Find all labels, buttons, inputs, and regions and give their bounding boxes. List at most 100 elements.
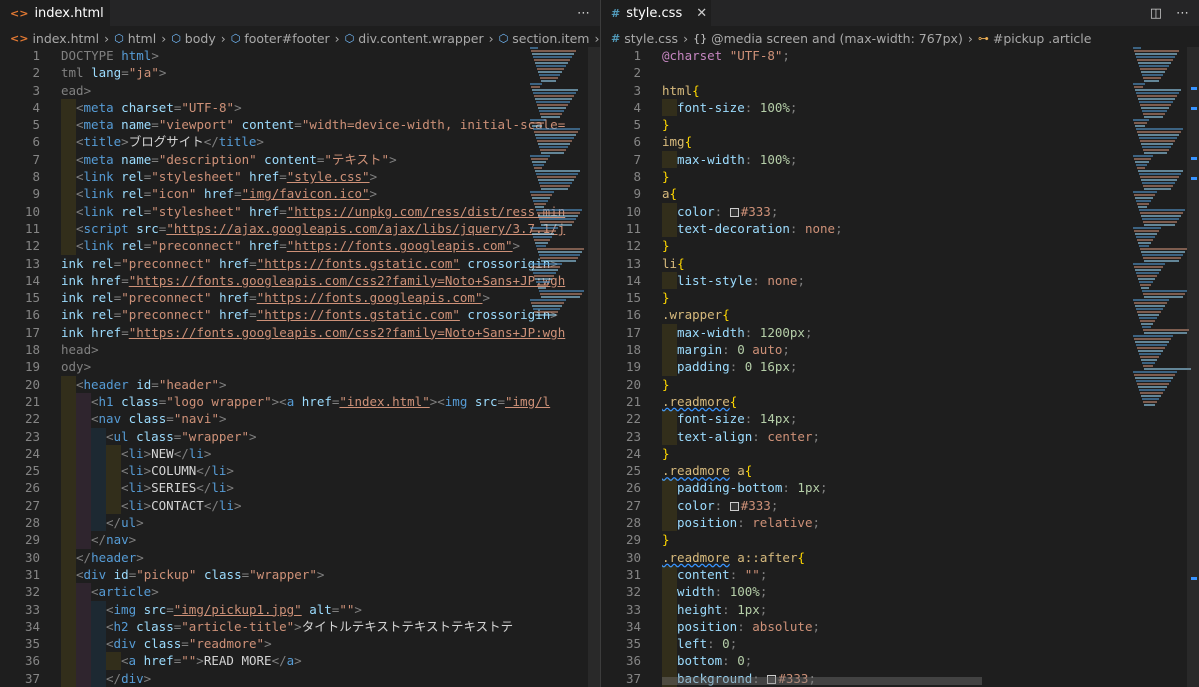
minimap-line <box>531 266 560 268</box>
vertical-scrollbar[interactable] <box>588 47 600 687</box>
minimap-line <box>540 113 562 115</box>
minimap-line <box>1139 65 1169 67</box>
minimap-line <box>1138 134 1179 136</box>
code-token: < <box>106 636 114 652</box>
indent-guide <box>61 219 76 238</box>
breadcrumb-item[interactable]: ⬡ section.item <box>499 31 590 46</box>
indent-guide <box>76 392 91 411</box>
code-token: li <box>128 463 144 479</box>
code-token: < <box>76 376 84 392</box>
code-token: "navi" <box>173 411 219 427</box>
code-token: ead> <box>61 82 92 98</box>
line-number: 7 <box>633 151 641 167</box>
more-actions-icon[interactable]: ⋯ <box>577 6 590 21</box>
line-number: 14 <box>625 272 641 288</box>
code-editor[interactable]: 1 2 3 4 5 6 7 8 9 10 11 12 13 14 15 16 17 18 19 20 21 22 23 24 2… <box>0 47 600 687</box>
minimap-line <box>541 296 580 298</box>
line-number: 26 <box>24 480 40 496</box>
code-token: href <box>203 186 235 202</box>
code-line: <meta name="description" content="テキスト"> <box>61 150 600 169</box>
code-token: > <box>294 618 302 634</box>
code-token: ink <box>61 324 92 340</box>
minimap-line <box>533 92 576 94</box>
indent-guide <box>61 531 76 549</box>
code-token: : <box>744 324 760 340</box>
minimap-line <box>1142 146 1171 148</box>
code-token: #333 <box>740 497 771 513</box>
minimap-line <box>1143 329 1189 331</box>
code-token: font-size <box>677 99 745 115</box>
color-swatch[interactable] <box>729 207 739 217</box>
breadcrumb-item[interactable]: # style.css <box>611 31 678 46</box>
horizontal-scrollbar[interactable] <box>662 677 982 685</box>
breadcrumb-item[interactable]: <> index.html <box>10 31 99 46</box>
code-area[interactable]: DOCTYPE html> tml lang="ja"> ead> <meta cha… <box>61 47 600 687</box>
code-token: </ <box>203 134 219 150</box>
minimap-line <box>1135 305 1165 307</box>
breadcrumb-label: footer#footer <box>244 31 330 46</box>
minimap-line <box>536 101 570 103</box>
tab-style-css[interactable]: # style.css ✕ <box>601 0 711 26</box>
code-line: head> <box>61 341 600 358</box>
minimap[interactable] <box>1133 47 1193 687</box>
minimap-line <box>1138 242 1151 244</box>
indent-guide <box>662 150 677 169</box>
code-token: > <box>218 411 227 427</box>
split-editor-icon[interactable]: ◫ <box>1150 6 1162 21</box>
breadcrumb-item[interactable]: ⬡ html <box>114 31 156 46</box>
code-line: <li>SERIES</li> <box>61 479 600 497</box>
minimap-line <box>1137 95 1177 97</box>
minimap-line <box>1134 302 1167 304</box>
code-token: ; <box>770 497 779 513</box>
code-token: "logo wrapper" <box>166 393 272 409</box>
code-token: = <box>151 117 159 133</box>
code-token: 100% <box>759 151 790 167</box>
code-token: nav <box>106 532 129 548</box>
code-token: head> <box>61 342 99 358</box>
code-line: } <box>662 376 1199 393</box>
breadcrumb-item[interactable]: ⬡ body <box>171 31 216 46</box>
close-icon[interactable]: ✕ <box>696 6 707 21</box>
tab-index-html[interactable]: <> index.html <box>0 0 110 26</box>
code-token: > <box>369 169 378 185</box>
code-token: ; <box>804 324 813 340</box>
line-number: 7 <box>32 151 40 167</box>
code-token: nav <box>98 411 129 427</box>
code-token: color <box>677 497 715 513</box>
code-line: ead> <box>61 82 600 99</box>
code-token: meta <box>83 151 122 167</box>
breadcrumb-item[interactable]: ⬡ footer#footer <box>231 31 330 46</box>
code-token: a <box>286 393 302 409</box>
code-token: h1 <box>98 393 122 409</box>
breadcrumb-item[interactable]: ⬡ div.content.wrapper <box>345 31 484 46</box>
minimap-line <box>1133 227 1161 229</box>
line-number: 8 <box>633 169 641 185</box>
code-line: <a href="">READ MORE</a> <box>61 652 600 670</box>
minimap-line <box>1135 341 1169 343</box>
code-token: meta <box>83 117 122 133</box>
minimap-line <box>1141 215 1181 217</box>
minimap-line <box>539 254 580 256</box>
breadcrumb-item[interactable]: ⊶ #pickup .article <box>978 31 1092 46</box>
minimap-line <box>531 86 540 88</box>
code-token: "ja" <box>128 65 159 81</box>
more-actions-icon[interactable]: ⋯ <box>1176 6 1189 21</box>
code-token: < <box>76 99 84 115</box>
minimap-line <box>537 104 568 106</box>
indent-guide <box>662 98 677 117</box>
breadcrumb-item[interactable]: {} @media screen and (max-width: 767px) <box>693 31 963 46</box>
color-swatch[interactable] <box>729 501 739 511</box>
indent-guide <box>76 444 91 463</box>
minimap-line <box>1141 71 1165 73</box>
code-area[interactable]: @charset "UTF-8"; html{font-size: 100%;} i… <box>662 47 1199 687</box>
minimap[interactable] <box>530 47 590 687</box>
code-editor[interactable]: 1 2 3 4 5 6 7 8 9 10 11 12 13 14 15 16 17 18 19 20 21 22 23 24 2… <box>601 47 1199 687</box>
breadcrumb-separator: › <box>161 31 167 46</box>
vertical-scrollbar[interactable] <box>1187 47 1199 687</box>
breadcrumb-icon: ⬡ <box>344 32 355 45</box>
code-token: a <box>128 653 144 669</box>
minimap-line <box>1144 368 1191 370</box>
minimap-line <box>1134 158 1151 160</box>
breadcrumb-icon: ⬡ <box>498 32 509 45</box>
code-token: < <box>121 480 129 496</box>
